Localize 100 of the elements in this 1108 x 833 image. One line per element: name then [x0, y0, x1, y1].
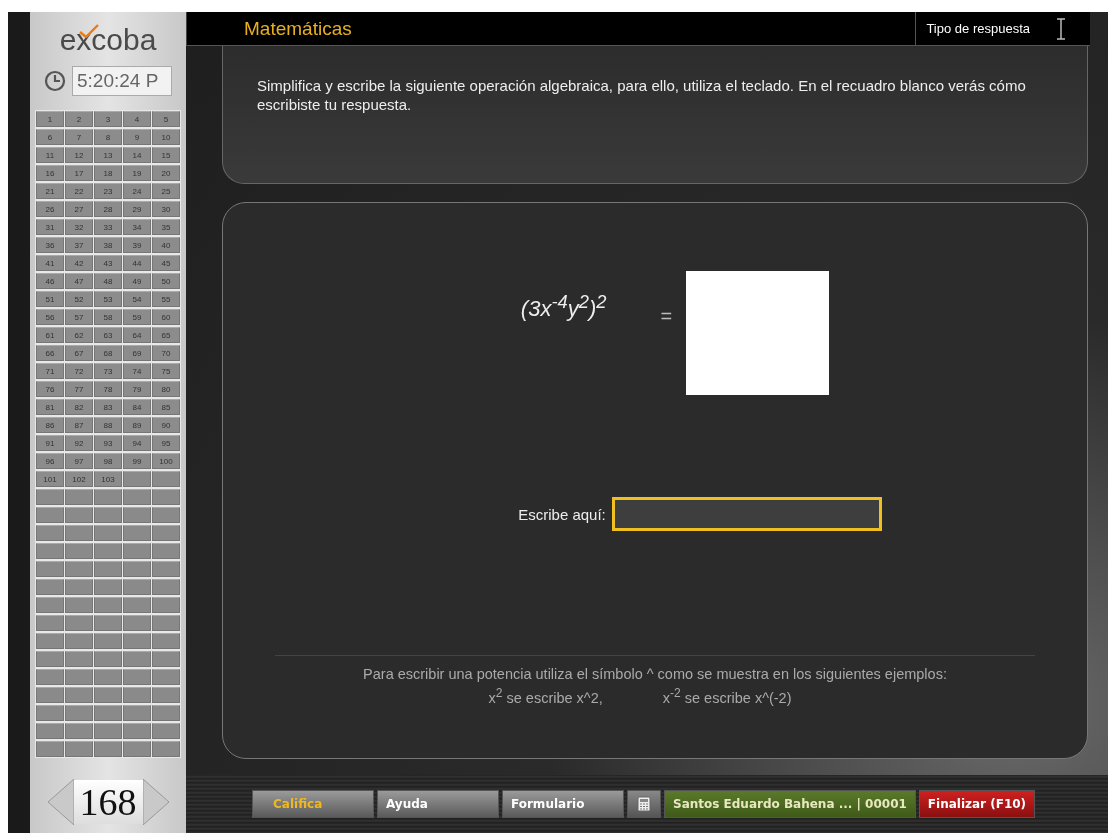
question-button[interactable]: 13 — [94, 147, 122, 163]
toolbar-button[interactable]: Formulario — [502, 790, 624, 818]
question-button[interactable]: 39 — [123, 237, 151, 253]
question-button[interactable]: 99 — [123, 453, 151, 469]
question-button[interactable]: 10 — [152, 129, 180, 145]
question-button[interactable]: 53 — [94, 291, 122, 307]
question-button[interactable]: 70 — [152, 345, 180, 361]
question-button[interactable]: 103 — [94, 471, 122, 487]
question-button[interactable]: 31 — [36, 219, 64, 235]
question-button[interactable]: 47 — [65, 273, 93, 289]
question-button[interactable]: 34 — [123, 219, 151, 235]
question-button[interactable]: 12 — [65, 147, 93, 163]
question-button[interactable]: 33 — [94, 219, 122, 235]
question-button[interactable]: 74 — [123, 363, 151, 379]
finish-button[interactable]: Finalizar (F10) — [918, 790, 1036, 818]
question-button[interactable]: 78 — [94, 381, 122, 397]
question-button[interactable]: 4 — [123, 111, 151, 127]
question-button[interactable]: 87 — [65, 417, 93, 433]
question-button[interactable]: 101 — [36, 471, 64, 487]
calculator-button[interactable] — [627, 790, 661, 818]
question-button[interactable]: 27 — [65, 201, 93, 217]
question-button[interactable]: 36 — [36, 237, 64, 253]
question-button[interactable]: 77 — [65, 381, 93, 397]
user-button[interactable]: Santos Eduardo Bahena ... | 00001 — [664, 790, 916, 818]
question-button[interactable]: 59 — [123, 309, 151, 325]
question-button[interactable]: 24 — [123, 183, 151, 199]
question-button[interactable]: 23 — [94, 183, 122, 199]
question-button[interactable]: 85 — [152, 399, 180, 415]
question-button[interactable]: 40 — [152, 237, 180, 253]
question-button[interactable]: 51 — [36, 291, 64, 307]
question-button[interactable]: 44 — [123, 255, 151, 271]
question-button[interactable]: 63 — [94, 327, 122, 343]
toolbar-button[interactable]: Califica — [252, 790, 374, 818]
question-button[interactable]: 55 — [152, 291, 180, 307]
question-button[interactable]: 54 — [123, 291, 151, 307]
question-button[interactable]: 30 — [152, 201, 180, 217]
question-button[interactable]: 49 — [123, 273, 151, 289]
question-button[interactable]: 19 — [123, 165, 151, 181]
question-button[interactable]: 67 — [65, 345, 93, 361]
question-button[interactable]: 15 — [152, 147, 180, 163]
question-button[interactable]: 71 — [36, 363, 64, 379]
question-button[interactable]: 50 — [152, 273, 180, 289]
question-button[interactable]: 35 — [152, 219, 180, 235]
question-button[interactable]: 100 — [152, 453, 180, 469]
question-button[interactable]: 3 — [94, 111, 122, 127]
question-button[interactable]: 62 — [65, 327, 93, 343]
question-button[interactable]: 6 — [36, 129, 64, 145]
question-button[interactable]: 26 — [36, 201, 64, 217]
question-button[interactable]: 22 — [65, 183, 93, 199]
question-button[interactable]: 72 — [65, 363, 93, 379]
question-button[interactable]: 65 — [152, 327, 180, 343]
question-button[interactable]: 79 — [123, 381, 151, 397]
question-button[interactable]: 81 — [36, 399, 64, 415]
question-button[interactable]: 37 — [65, 237, 93, 253]
question-button[interactable]: 9 — [123, 129, 151, 145]
question-button[interactable]: 16 — [36, 165, 64, 181]
question-button[interactable]: 58 — [94, 309, 122, 325]
question-button[interactable]: 92 — [65, 435, 93, 451]
question-button[interactable]: 94 — [123, 435, 151, 451]
question-button[interactable]: 64 — [123, 327, 151, 343]
question-button[interactable]: 46 — [36, 273, 64, 289]
question-button[interactable]: 38 — [94, 237, 122, 253]
question-button[interactable]: 80 — [152, 381, 180, 397]
question-button[interactable]: 61 — [36, 327, 64, 343]
question-button[interactable]: 17 — [65, 165, 93, 181]
question-button[interactable]: 73 — [94, 363, 122, 379]
question-button[interactable]: 60 — [152, 309, 180, 325]
question-button[interactable]: 2 — [65, 111, 93, 127]
question-button[interactable]: 88 — [94, 417, 122, 433]
question-button[interactable]: 32 — [65, 219, 93, 235]
question-button[interactable]: 14 — [123, 147, 151, 163]
question-button[interactable]: 98 — [94, 453, 122, 469]
question-button[interactable]: 83 — [94, 399, 122, 415]
question-button[interactable]: 18 — [94, 165, 122, 181]
question-button[interactable]: 20 — [152, 165, 180, 181]
question-button[interactable]: 7 — [65, 129, 93, 145]
question-button[interactable]: 28 — [94, 201, 122, 217]
question-button[interactable]: 93 — [94, 435, 122, 451]
question-button[interactable]: 82 — [65, 399, 93, 415]
question-button[interactable]: 75 — [152, 363, 180, 379]
question-button[interactable]: 52 — [65, 291, 93, 307]
question-button[interactable]: 69 — [123, 345, 151, 361]
question-button[interactable]: 42 — [65, 255, 93, 271]
question-button[interactable]: 1 — [36, 111, 64, 127]
question-button[interactable]: 91 — [36, 435, 64, 451]
question-button[interactable]: 84 — [123, 399, 151, 415]
question-button[interactable]: 43 — [94, 255, 122, 271]
question-button[interactable]: 68 — [94, 345, 122, 361]
question-button[interactable]: 29 — [123, 201, 151, 217]
question-button[interactable]: 89 — [123, 417, 151, 433]
answer-field[interactable] — [611, 497, 882, 531]
question-button[interactable]: 96 — [36, 453, 64, 469]
question-button[interactable]: 25 — [152, 183, 180, 199]
question-button[interactable]: 21 — [36, 183, 64, 199]
question-button[interactable]: 76 — [36, 381, 64, 397]
question-button[interactable]: 86 — [36, 417, 64, 433]
question-button[interactable]: 66 — [36, 345, 64, 361]
question-button[interactable]: 97 — [65, 453, 93, 469]
question-button[interactable]: 5 — [152, 111, 180, 127]
question-button[interactable]: 11 — [36, 147, 64, 163]
